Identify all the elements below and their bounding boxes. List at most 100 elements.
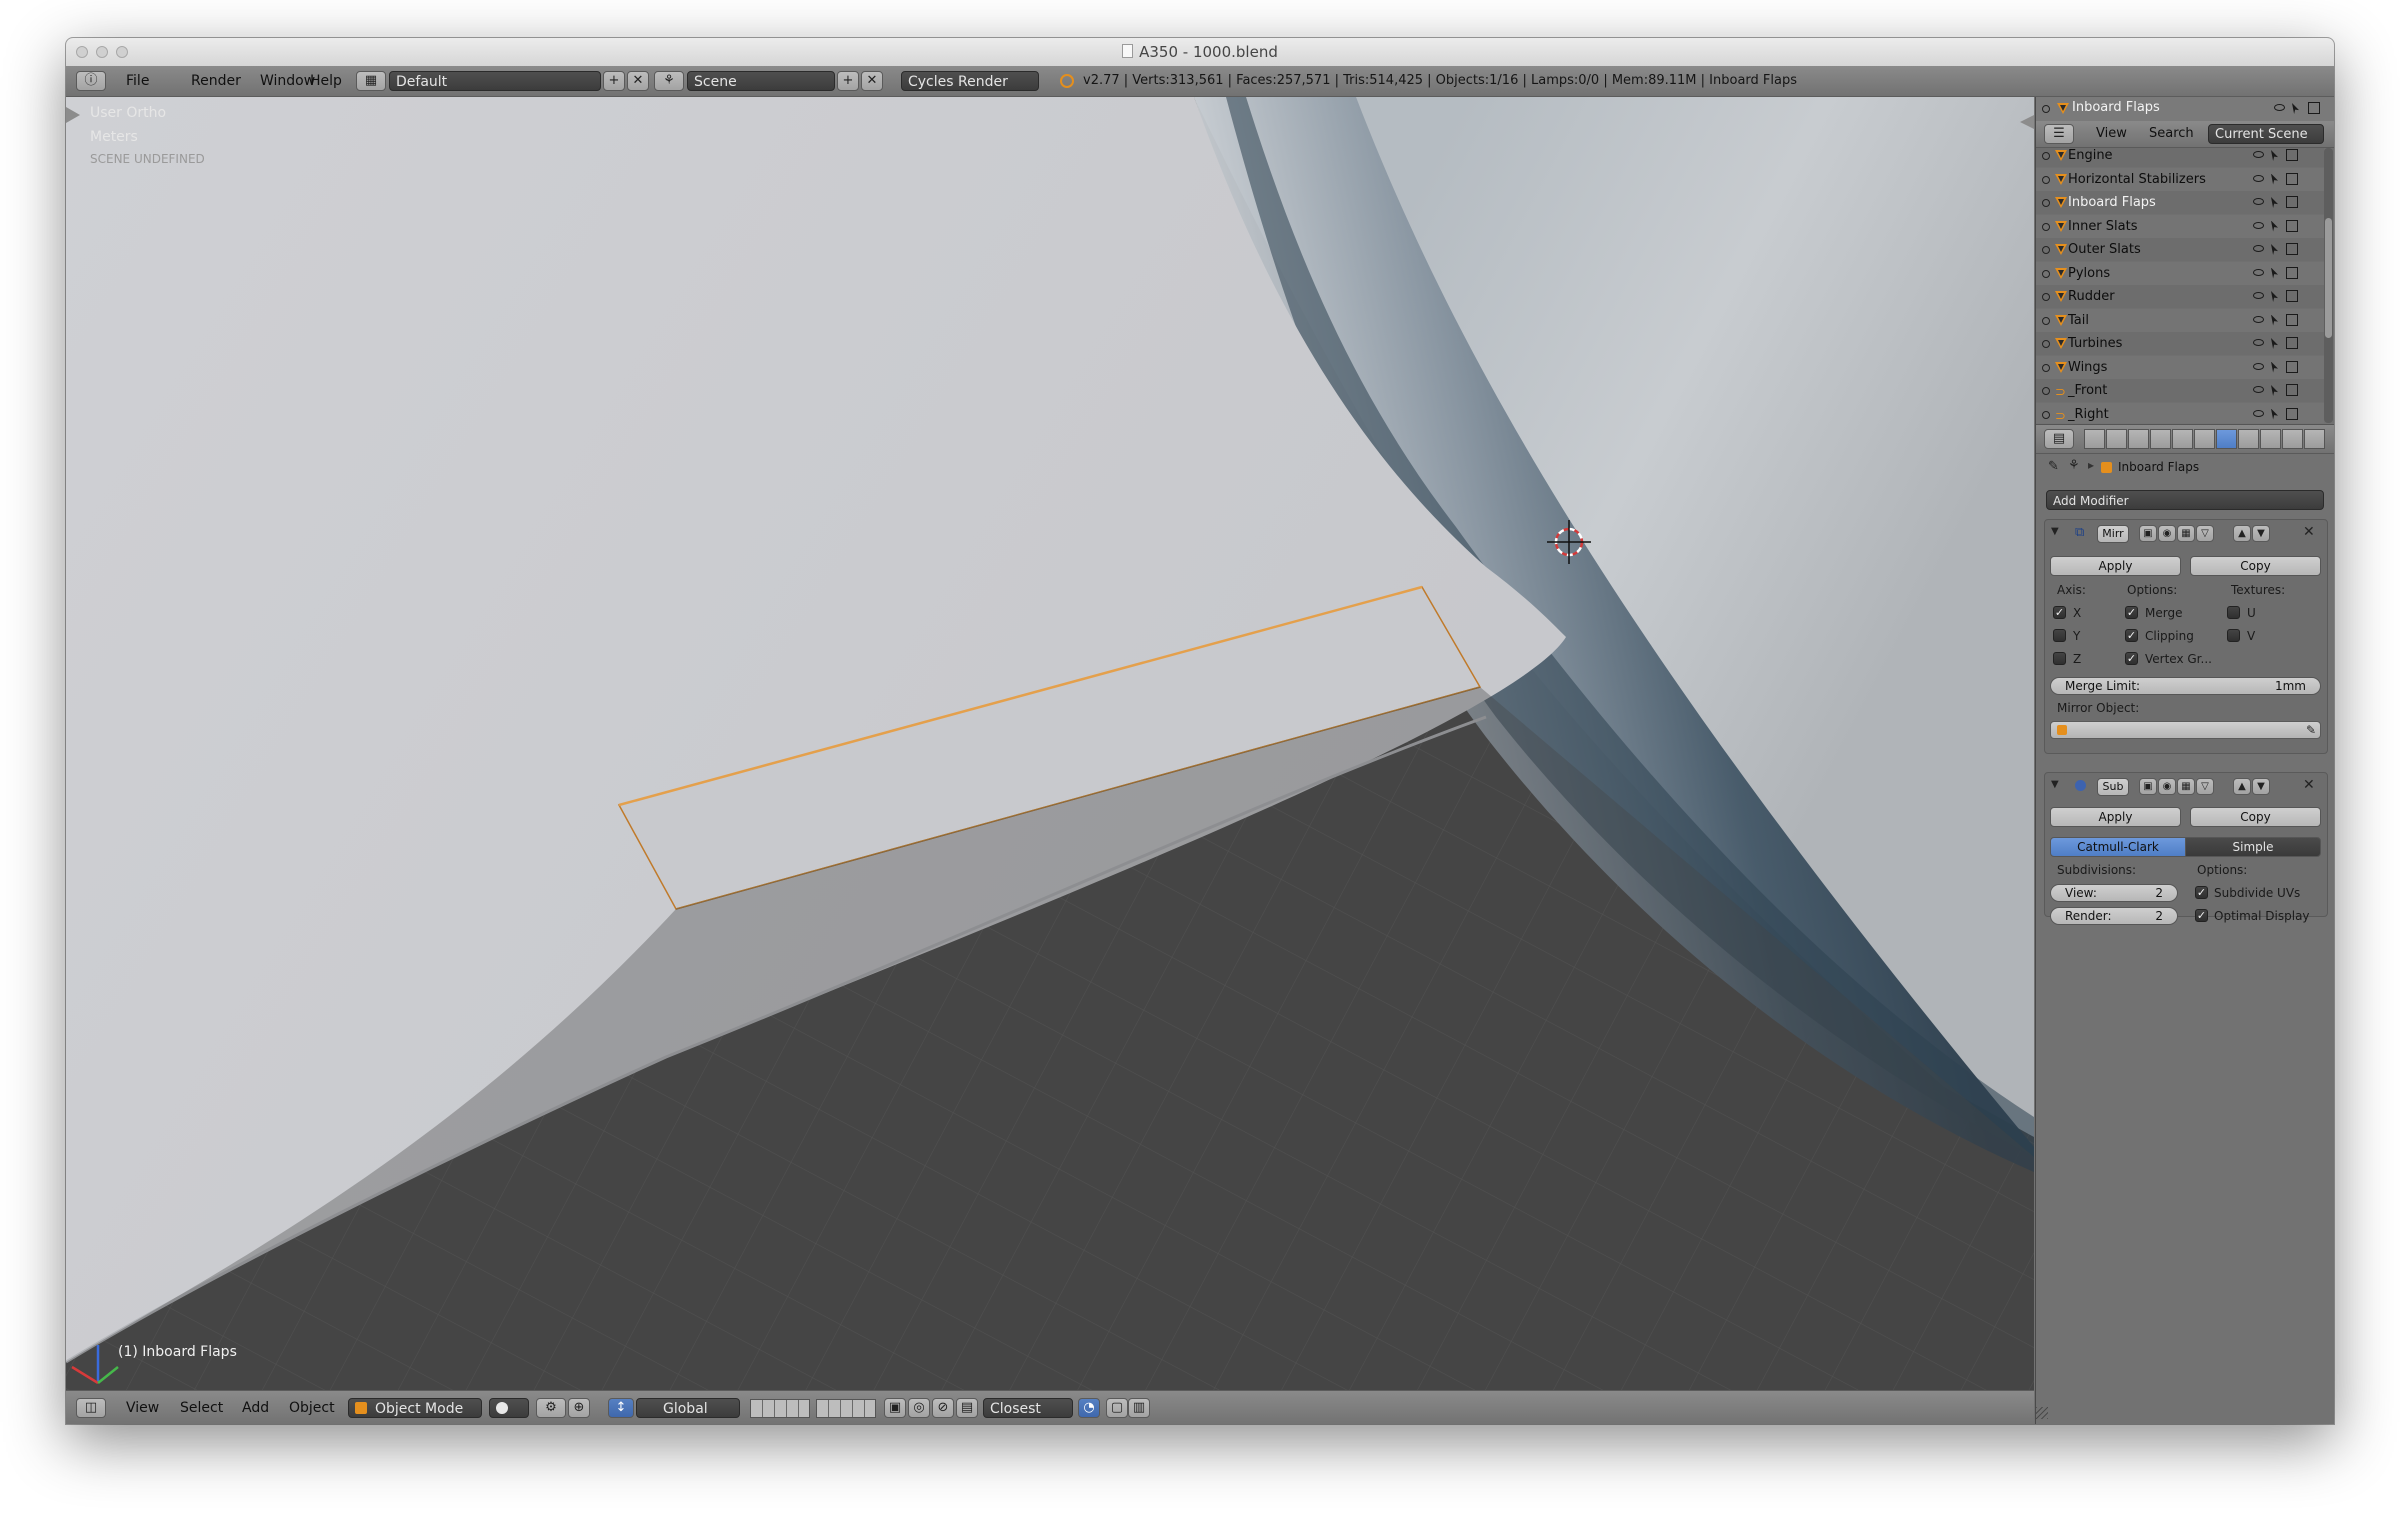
visibility-eye-icon[interactable]: [2253, 409, 2264, 417]
shading-mode-select[interactable]: [489, 1398, 529, 1418]
subsurf-remove-icon[interactable]: ✕: [2303, 777, 2315, 793]
mirror-object-field[interactable]: ✎: [2050, 721, 2321, 739]
transform-orientation-select[interactable]: Global: [636, 1398, 740, 1418]
outliner-item[interactable]: Tail: [2036, 308, 2324, 332]
subsurf-editmode-toggle[interactable]: ▦: [2177, 778, 2195, 795]
render-camera-icon[interactable]: [2286, 219, 2298, 232]
selectable-cursor-icon[interactable]: [2271, 361, 2278, 373]
axis-x-checkbox[interactable]: ✓: [2053, 606, 2066, 619]
lock-layers-button[interactable]: ▣: [884, 1398, 906, 1418]
selectable-cursor-icon[interactable]: [2271, 314, 2278, 326]
texture-tab-icon[interactable]: [2282, 429, 2303, 449]
outliner-item[interactable]: Wings: [2036, 355, 2324, 379]
delete-screen-button[interactable]: ✕: [627, 71, 649, 91]
mirror-cage-toggle[interactable]: ▽: [2196, 525, 2214, 542]
constraints-tab-icon[interactable]: [2194, 429, 2215, 449]
world-tab-icon[interactable]: [2150, 429, 2171, 449]
selectable-cursor-icon[interactable]: [2271, 267, 2278, 279]
render-camera-icon[interactable]: [2286, 172, 2298, 185]
screen-layout-icon[interactable]: ▦: [356, 71, 386, 91]
snap-element-button[interactable]: ▤: [956, 1398, 978, 1418]
modifiers-tab-icon[interactable]: [2216, 429, 2237, 449]
clipping-checkbox[interactable]: ✓: [2125, 629, 2138, 642]
material-tab-icon[interactable]: [2260, 429, 2281, 449]
axis-y-checkbox[interactable]: [2053, 629, 2066, 642]
collapse-mirror-icon[interactable]: ▼: [2051, 526, 2059, 537]
editor-type-info-button[interactable]: ⓘ: [76, 71, 106, 91]
mirror-move-down-button[interactable]: ▼: [2252, 525, 2270, 542]
expand-icon[interactable]: [2042, 340, 2050, 348]
render-camera-icon[interactable]: [2308, 102, 2320, 114]
outliner-item[interactable]: Engine: [2036, 148, 2324, 167]
subsurf-copy-button[interactable]: Copy: [2190, 807, 2321, 827]
selectable-cursor-icon[interactable]: [2271, 385, 2278, 396]
pivot-point-button[interactable]: ⚙: [536, 1398, 566, 1418]
expand-icon[interactable]: [2042, 105, 2050, 113]
menu-file[interactable]: File: [126, 66, 149, 96]
mirror-apply-button[interactable]: Apply: [2050, 556, 2181, 576]
menu-object[interactable]: Object: [289, 1393, 335, 1423]
render-camera-icon[interactable]: [2286, 384, 2298, 396]
optimal-display-checkbox[interactable]: ✓: [2195, 909, 2208, 922]
expand-icon[interactable]: [2042, 222, 2050, 231]
outliner-item[interactable]: ⊃ _Front: [2036, 379, 2324, 402]
layers-tab-icon[interactable]: [2106, 429, 2127, 449]
view-levels-field[interactable]: View: 2: [2050, 884, 2178, 902]
render-tab-icon[interactable]: [2084, 429, 2105, 449]
outliner-item[interactable]: Horizontal Stabilizers: [2036, 167, 2324, 191]
visibility-eye-icon[interactable]: [2253, 221, 2264, 229]
outliner-item[interactable]: Inboard Flaps: [2036, 191, 2324, 214]
3d-viewport[interactable]: User Ortho Meters SCENE UNDEFINED (1) In…: [66, 97, 2034, 1390]
subsurf-render-toggle[interactable]: ▣: [2139, 778, 2157, 795]
expand-icon[interactable]: [2042, 152, 2050, 160]
outliner-item[interactable]: Rudder: [2036, 285, 2324, 308]
selectable-cursor-icon[interactable]: [2271, 220, 2278, 232]
outliner-editor-type-button[interactable]: ☰: [2044, 124, 2074, 144]
snap-toggle-button[interactable]: ⊘: [932, 1398, 954, 1418]
outliner-display-mode-select[interactable]: Current Scene: [2208, 124, 2324, 144]
scene-tab-icon[interactable]: [2128, 429, 2149, 449]
interaction-mode-select[interactable]: Object Mode: [348, 1398, 482, 1418]
visibility-eye-icon[interactable]: [2253, 362, 2264, 370]
visibility-eye-icon[interactable]: [2253, 315, 2264, 323]
layer-buttons-group-2[interactable]: [816, 1399, 876, 1418]
visibility-eye-icon[interactable]: [2253, 386, 2264, 393]
subsurf-modifier-name[interactable]: Sub: [2097, 778, 2129, 796]
visibility-eye-icon[interactable]: [2253, 245, 2264, 252]
layer-buttons-group-1[interactable]: [750, 1399, 810, 1418]
expand-icon[interactable]: [2042, 293, 2050, 301]
render-engine-select[interactable]: Cycles Render: [901, 71, 1039, 91]
expand-icon[interactable]: [2042, 410, 2050, 419]
catmull-clark-toggle[interactable]: Catmull-Clark: [2050, 837, 2186, 857]
scene-field[interactable]: Scene: [687, 71, 835, 91]
outliner-top-object[interactable]: Inboard Flaps: [2072, 100, 2160, 115]
subdivide-uvs-checkbox[interactable]: ✓: [2195, 886, 2208, 899]
visibility-eye-icon[interactable]: [2253, 198, 2264, 205]
proportional-edit-button[interactable]: ◎: [908, 1398, 930, 1418]
expand-icon[interactable]: [2042, 175, 2050, 184]
visibility-eye-icon[interactable]: [2274, 104, 2285, 111]
mirror-move-up-button[interactable]: ▲: [2233, 525, 2251, 542]
visibility-eye-icon[interactable]: [2253, 268, 2264, 276]
selectable-cursor-icon[interactable]: [2271, 244, 2278, 255]
properties-context-tabs[interactable]: [2084, 429, 2334, 449]
selectable-cursor-icon[interactable]: [2271, 173, 2278, 185]
align-rotation-button[interactable]: ◔: [1078, 1398, 1100, 1418]
menu-help[interactable]: Help: [310, 66, 342, 96]
expand-icon[interactable]: [2042, 387, 2050, 395]
render-camera-icon[interactable]: [2286, 149, 2298, 161]
render-camera-icon[interactable]: [2286, 407, 2298, 420]
axis-z-checkbox[interactable]: [2053, 652, 2066, 665]
mirror-editmode-toggle[interactable]: ▦: [2177, 525, 2195, 542]
visibility-eye-icon[interactable]: [2253, 339, 2264, 346]
selectable-cursor-icon[interactable]: [2271, 197, 2278, 208]
visibility-eye-icon[interactable]: [2253, 174, 2264, 182]
vertex-groups-checkbox[interactable]: ✓: [2125, 652, 2138, 665]
visibility-eye-icon[interactable]: [2253, 292, 2264, 299]
scene-icon[interactable]: ⚘: [654, 71, 684, 91]
render-camera-icon[interactable]: [2286, 360, 2298, 373]
visibility-eye-icon[interactable]: [2253, 151, 2264, 158]
expand-icon[interactable]: [2042, 316, 2050, 325]
outliner-list[interactable]: Engine Horizontal Stabilizers Inboard Flap…: [2036, 148, 2334, 423]
render-camera-icon[interactable]: [2286, 196, 2298, 208]
